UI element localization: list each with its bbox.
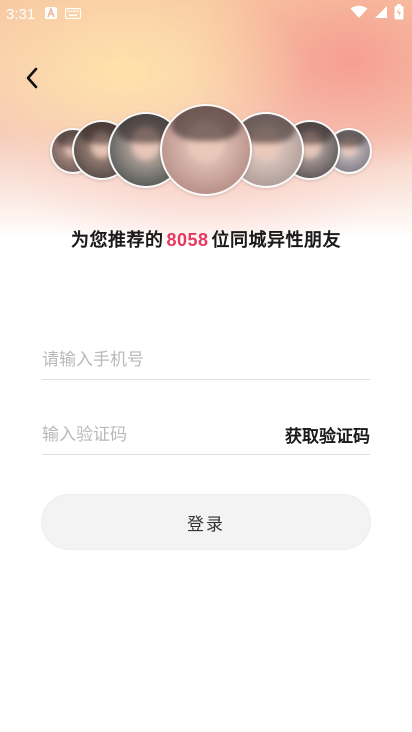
get-code-button[interactable]: 获取验证码 — [285, 422, 370, 447]
back-button[interactable] — [18, 64, 46, 92]
status-bar: 3:31 — [0, 0, 412, 28]
a-badge-icon — [45, 5, 58, 23]
phone-field — [42, 340, 370, 380]
battery-icon — [394, 4, 404, 24]
signal-icon — [374, 5, 388, 23]
status-time: 3:31 — [6, 5, 36, 23]
headline-suffix: 位同城异性朋友 — [211, 230, 342, 251]
headline-prefix: 为您推荐的 — [70, 230, 164, 251]
recommended-avatars — [0, 100, 412, 200]
phone-input[interactable] — [42, 349, 370, 370]
code-field: 获取验证码 — [42, 415, 370, 455]
verification-code-input[interactable] — [42, 424, 285, 445]
recommend-count: 8058 — [166, 230, 209, 250]
wifi-icon — [350, 5, 368, 23]
chevron-left-icon — [26, 67, 38, 89]
recommend-headline: 为您推荐的 8058 位同城异性朋友 — [0, 226, 412, 252]
keyboard-icon — [65, 5, 82, 23]
login-button[interactable]: 登录 — [41, 494, 371, 550]
avatar — [160, 104, 252, 196]
